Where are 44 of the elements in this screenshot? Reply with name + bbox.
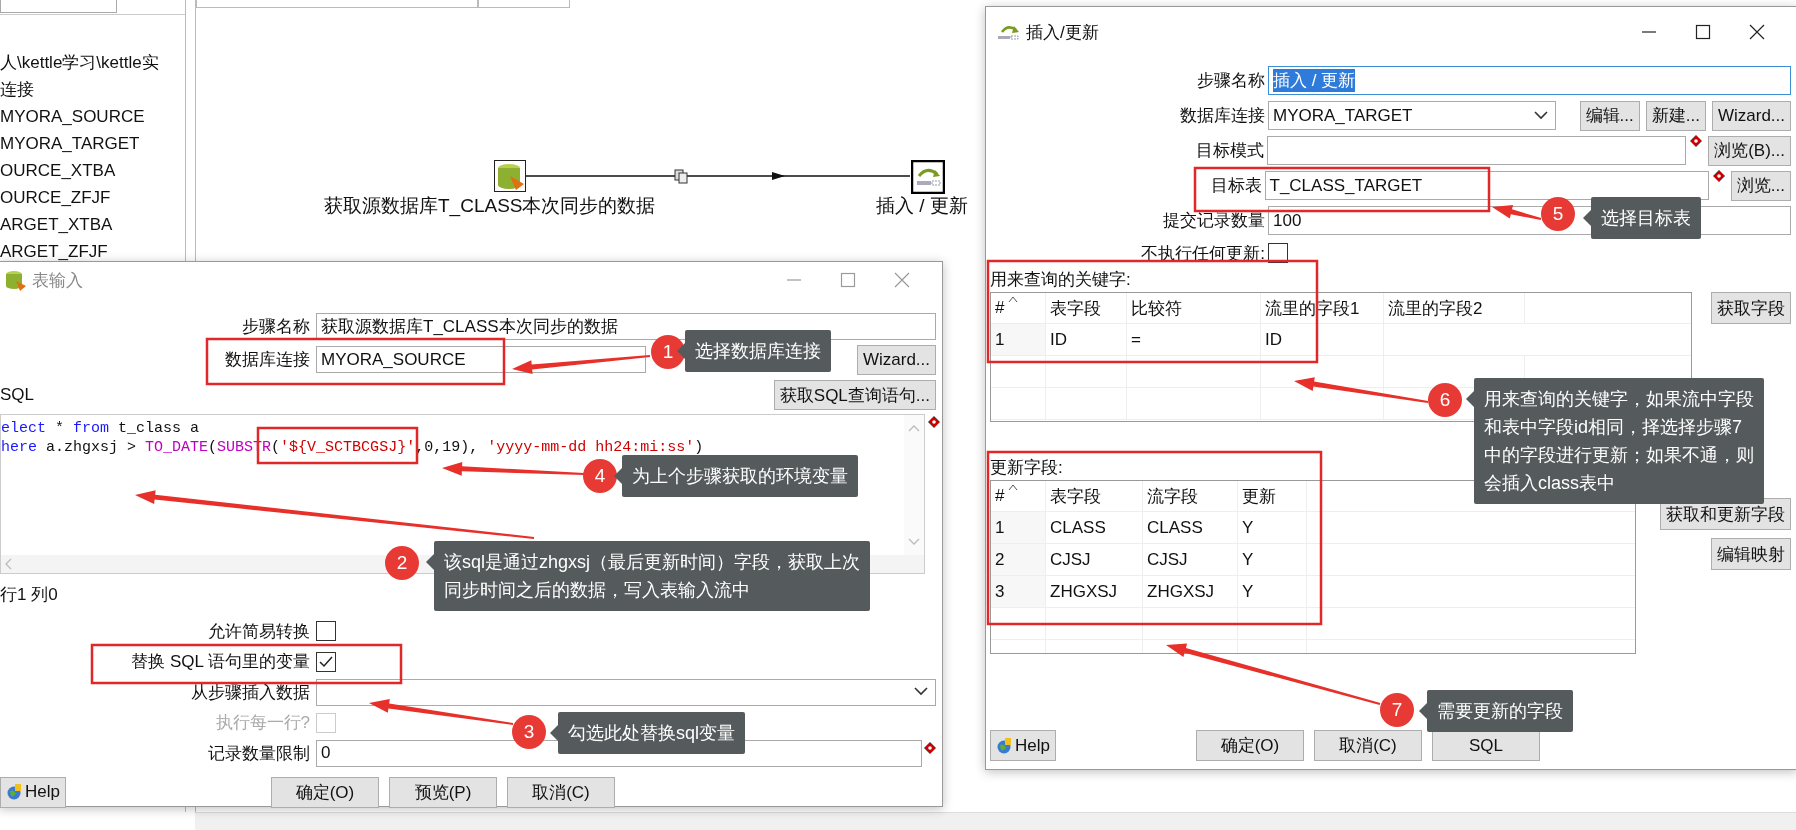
field-label: 数据库连接 bbox=[224, 349, 311, 371]
table-cell: 3 bbox=[991, 576, 1046, 607]
field-label: 步骤名称 bbox=[241, 316, 311, 338]
code-line: elect * from t_class a bbox=[1, 419, 200, 438]
table-cell: Y bbox=[1238, 512, 1307, 543]
callout-tooltip: 勾选此处替换sql变量 bbox=[558, 712, 745, 754]
checkbox-label: 允许简易转换 bbox=[208, 620, 310, 643]
section-label: 用来查询的关键字: bbox=[990, 269, 1131, 291]
table-cell: CJSJ bbox=[1046, 544, 1143, 575]
table-cell: CLASS bbox=[1046, 512, 1143, 543]
table-cell: CLASS bbox=[1143, 512, 1238, 543]
table-cell: ID bbox=[1046, 324, 1127, 355]
checkbox-label: 替换 SQL 语句里的变量 bbox=[131, 651, 310, 674]
field-label: 目标表 bbox=[1209, 175, 1263, 197]
callout-tooltip: 为上个步骤获取的环境变量 bbox=[622, 455, 858, 497]
field-label: 数据库连接 bbox=[1179, 105, 1266, 127]
step-label: 获取源数据库T_CLASS本次同步的数据 bbox=[324, 194, 656, 219]
field-label: 步骤名称 bbox=[1196, 70, 1266, 92]
callout-tooltip: 选择目标表 bbox=[1591, 197, 1701, 239]
table-cell: CJSJ bbox=[1143, 544, 1238, 575]
callout-tooltip: 需要更新的字段 bbox=[1427, 690, 1573, 732]
field-label: 从步骤插入数据 bbox=[190, 681, 311, 704]
table-cell: = bbox=[1127, 324, 1261, 355]
field-label: 提交记录数量 bbox=[1162, 210, 1266, 232]
table-cell: 1 bbox=[991, 324, 1046, 355]
step-label: 插入 / 更新 bbox=[876, 194, 968, 218]
status-text: 行1 列0 bbox=[0, 584, 58, 606]
table-cell: Y bbox=[1238, 576, 1307, 607]
section-label: SQL bbox=[0, 385, 35, 405]
table-cell: ZHGXSJ bbox=[1143, 576, 1238, 607]
table-cell: ID bbox=[1261, 324, 1384, 355]
callout-tooltip: 选择数据库连接 bbox=[685, 330, 831, 372]
table-cell: ZHGXSJ bbox=[1046, 576, 1143, 607]
table-cell: 1 bbox=[991, 512, 1046, 543]
field-label: 记录数量限制 bbox=[207, 742, 311, 765]
window-title: 表输入 bbox=[32, 269, 83, 292]
window-title: 插入/更新 bbox=[1026, 21, 1099, 44]
section-label: 更新字段: bbox=[990, 457, 1063, 479]
callout-tooltip: 用来查询的关键字，如果流中字段 和表中字段id相同，择选择步骤7 中的字段进行更新；如果不通，则 会插入class表中 bbox=[1474, 378, 1764, 504]
table-cell: Y bbox=[1238, 544, 1307, 575]
callout-tooltip: 该sql是通过zhgxsj（最后更新时间）字段，获取上次 同步时间之后的数据，写入表输入流中 bbox=[434, 541, 871, 611]
field-label: 目标模式 bbox=[1195, 140, 1266, 162]
table-cell: 2 bbox=[991, 544, 1046, 575]
checkbox-label: 执行每一行? bbox=[215, 712, 310, 735]
